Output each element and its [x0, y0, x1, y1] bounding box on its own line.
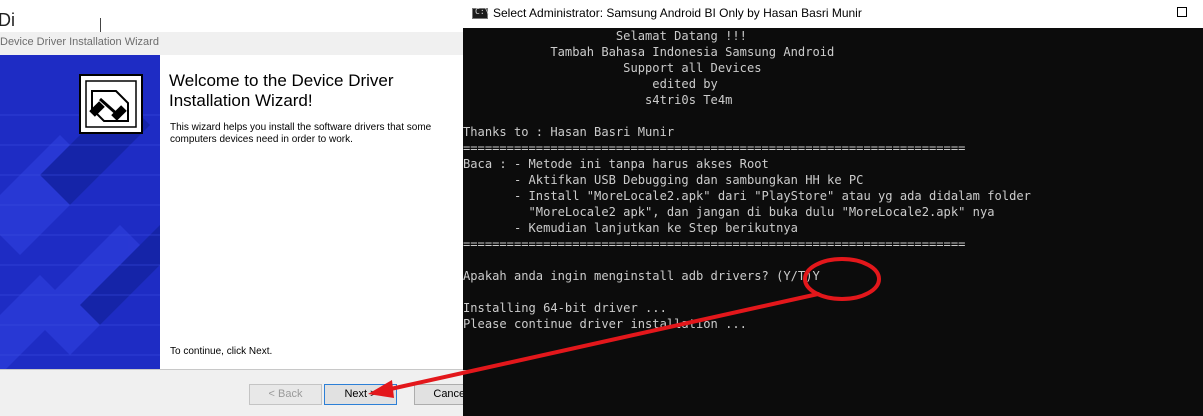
console-app-icon: C:\ — [472, 7, 490, 19]
console-output[interactable]: Selamat Datang !!! Tambah Bahasa Indones… — [463, 28, 1203, 416]
console-separator: ========================================… — [463, 237, 966, 251]
console-icon-glyph: C:\ — [475, 7, 490, 16]
console-line: - Aktifkan USB Debugging dan sambungkan … — [463, 173, 864, 187]
background-window-strip: Di — [0, 0, 463, 32]
console-separator: ========================================… — [463, 141, 966, 155]
wizard-continue-hint: To continue, click Next. — [170, 346, 273, 357]
console-cursor — [463, 370, 471, 373]
console-line: Thanks to : Hasan Basri Munir — [463, 125, 675, 139]
console-line: Selamat Datang !!! — [463, 29, 747, 43]
wizard-window-title: Device Driver Installation Wizard — [0, 36, 159, 48]
console-line: - Kemudian lanjutkan ke Step berikutnya — [463, 221, 798, 235]
console-line: Baca : - Metode ini tanpa harus akses Ro… — [463, 157, 769, 171]
console-titlebar[interactable]: C:\ Select Administrator: Samsung Androi… — [463, 0, 1203, 28]
maximize-button[interactable] — [1175, 0, 1203, 28]
banner-pattern — [0, 74, 160, 369]
driver-wizard-window: Di Device Driver Installation Wizard Wel… — [0, 0, 463, 416]
console-line: edited by — [463, 77, 718, 91]
console-line: Please continue driver installation ... — [463, 317, 747, 331]
console-line: Support all Devices — [463, 61, 762, 75]
background-window-text: Di — [0, 10, 15, 30]
console-line: "MoreLocale2 apk", dan jangan di buka du… — [463, 205, 995, 219]
wizard-side-banner — [0, 55, 160, 369]
console-window: C:\ Select Administrator: Samsung Androi… — [463, 0, 1203, 416]
console-window-title: Select Administrator: Samsung Android BI… — [493, 6, 862, 20]
maximize-icon — [1177, 7, 1187, 17]
console-line: Tambah Bahasa Indonesia Samsung Android — [463, 45, 835, 59]
cancel-button[interactable]: Cancel — [414, 384, 463, 405]
wizard-content-panel: Welcome to the Device Driver Installatio… — [160, 55, 463, 369]
console-prompt-line: Apakah anda ingin menginstall adb driver… — [463, 269, 820, 283]
wizard-divider — [0, 369, 463, 370]
next-button[interactable]: Next > — [324, 384, 397, 405]
console-line: Installing 64-bit driver ... — [463, 301, 667, 315]
background-window-divider — [100, 18, 101, 32]
wizard-description: This wizard helps you install the softwa… — [170, 122, 432, 145]
console-line: - Install "MoreLocale2.apk" dari "PlaySt… — [463, 189, 1031, 203]
console-line: s4tri0s Te4m — [463, 93, 733, 107]
wizard-heading: Welcome to the Device Driver Installatio… — [169, 71, 394, 110]
driver-install-icon — [79, 74, 143, 134]
back-button[interactable]: < Back — [249, 384, 322, 405]
